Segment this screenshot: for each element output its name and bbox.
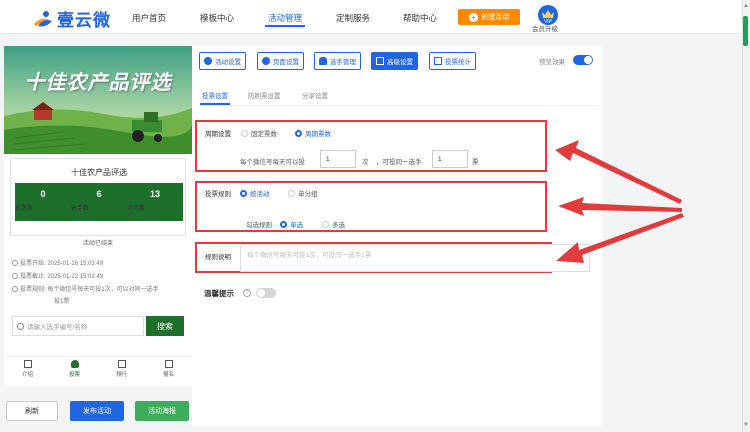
page-scrollbar[interactable] xyxy=(742,0,750,432)
scrollbar-thumb[interactable] xyxy=(743,16,748,46)
scroll-down-arrow-icon[interactable]: ▼ xyxy=(742,422,750,430)
scroll-up-arrow-icon[interactable]: ▲ xyxy=(742,3,750,11)
annotation-arrows xyxy=(555,140,684,263)
arrow-to-rule-icon xyxy=(558,197,682,216)
arrow-to-description-icon xyxy=(556,213,684,263)
arrow-to-cycle-icon xyxy=(555,140,682,204)
